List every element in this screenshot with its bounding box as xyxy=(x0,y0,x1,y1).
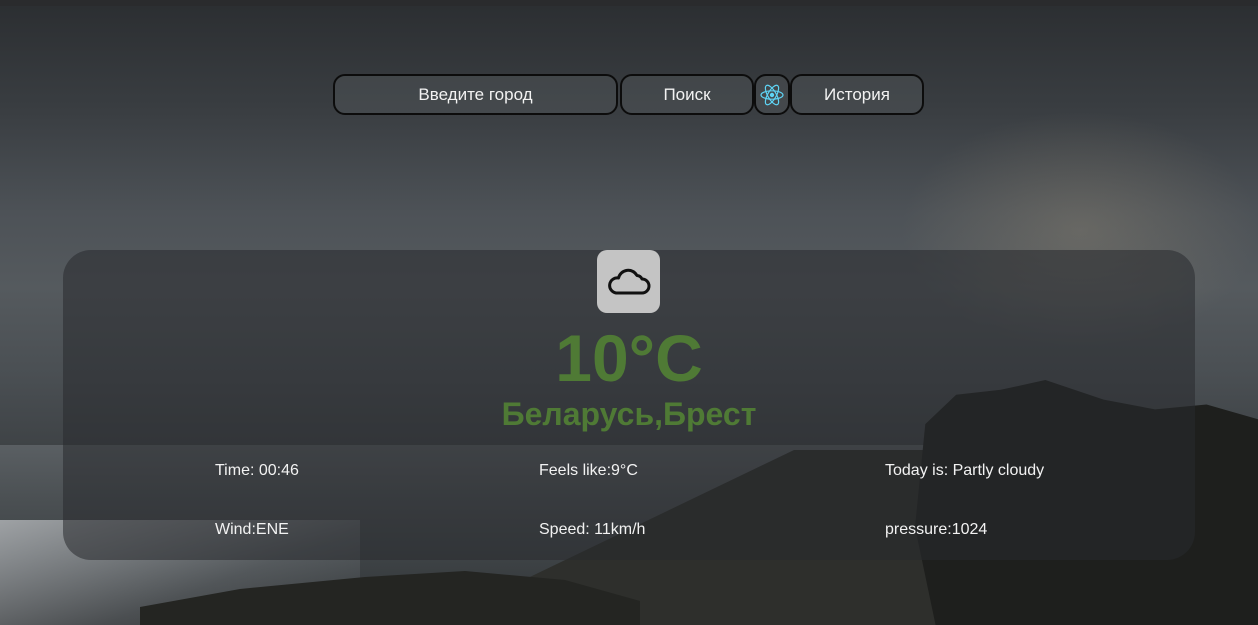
history-button[interactable]: История xyxy=(790,74,924,115)
cloud-icon xyxy=(607,268,650,294)
feels-like: Feels like:9°C xyxy=(539,462,638,479)
weather-icon-box xyxy=(597,250,660,313)
temperature: 10°C xyxy=(555,321,703,395)
history-button-label: История xyxy=(824,84,890,104)
condition: Today is: Partly cloudy xyxy=(885,462,1045,479)
wind-speed: Speed: 11km/h xyxy=(539,521,646,538)
window-top-edge xyxy=(0,0,1258,6)
location-name: Беларусь,Брест xyxy=(501,396,757,432)
react-logo-button[interactable] xyxy=(754,74,790,115)
weather-app: Поиск История 10°C Беларусь,Брест Time: … xyxy=(0,0,1258,625)
weather-card: 10°C Беларусь,Брест Time: 00:46 Feels li… xyxy=(63,250,1195,560)
search-button-label: Поиск xyxy=(663,84,711,104)
local-time: Time: 00:46 xyxy=(215,462,299,479)
search-button[interactable]: Поиск xyxy=(620,74,754,115)
react-logo-icon xyxy=(760,84,784,105)
city-search-input[interactable] xyxy=(333,74,618,115)
pressure: pressure:1024 xyxy=(885,521,988,538)
wind-direction: Wind:ENE xyxy=(215,521,289,538)
